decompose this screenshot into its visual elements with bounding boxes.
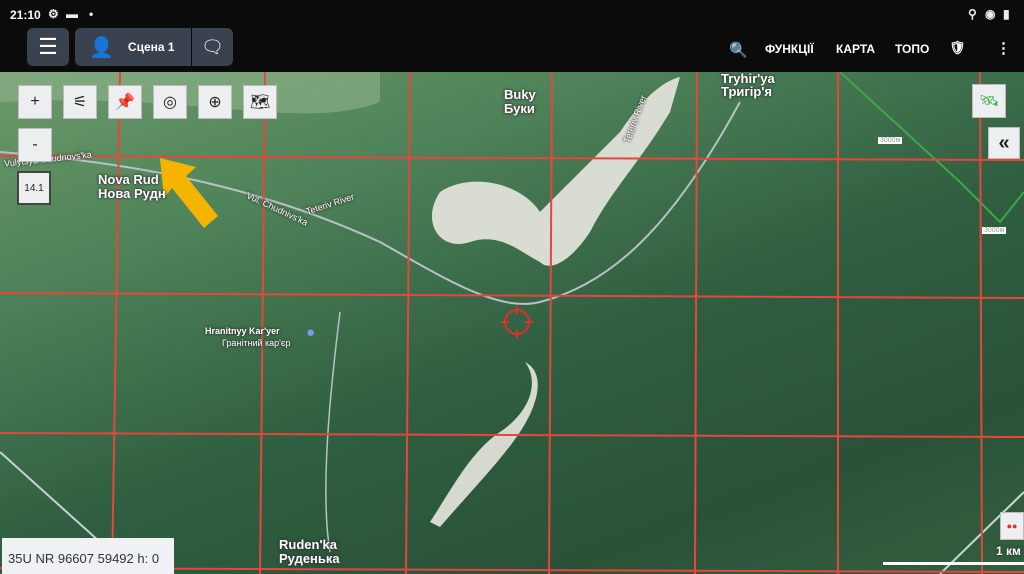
nav-functions[interactable]: ФУНКЦІЇ: [765, 42, 814, 56]
battery-icon: ▮: [1003, 7, 1010, 21]
nav-topo[interactable]: ТОПО: [895, 42, 929, 56]
scale-label: 1 км: [996, 544, 1021, 558]
scene-button[interactable]: 👤 Сцена 1: [75, 28, 191, 66]
status-bar: 21:10 ⚙ ▬ • ⚲ ◉ ▮: [0, 0, 1024, 28]
user-icon: 👤: [89, 36, 114, 59]
river-lower: [430, 362, 538, 527]
village-label-cyr: Буки: [504, 101, 535, 116]
satellite-icon: 🛰: [978, 93, 1000, 110]
dot-icon: •: [89, 7, 94, 21]
measure-button[interactable]: ⚟: [63, 85, 97, 119]
town-label-cyr: Нова Рудн: [98, 186, 166, 201]
scene-label: Сцена 1: [127, 40, 175, 54]
my-location-button[interactable]: ◎: [153, 85, 187, 119]
dots-icon: ●●: [1006, 521, 1018, 531]
marker-toggle-button[interactable]: ●●: [1000, 512, 1024, 540]
map-layer: [0, 72, 1024, 574]
eye-icon: ◉: [985, 7, 996, 21]
village-label-cyr: Тригір'я: [721, 84, 773, 99]
compass-button[interactable]: ⊕: [198, 85, 232, 119]
map-view[interactable]: Vulytsya Chudnovs'ka Nova Rud Нова Рудн …: [0, 72, 1024, 574]
search-icon[interactable]: 🔍: [729, 41, 748, 59]
more-icon[interactable]: ⋮: [996, 39, 1011, 57]
road: [325, 311, 341, 553]
scale-bar: [883, 562, 1024, 565]
compass-icon: ⊕: [208, 94, 222, 111]
town-label-lat: Nova Rud: [98, 172, 159, 187]
altitude-label: 3000м: [982, 227, 1007, 234]
satellite-button[interactable]: 🛰: [972, 84, 1006, 118]
village-label-lat: Buky: [504, 87, 536, 102]
location-icon: ⚲: [968, 7, 977, 21]
village-label-cyr: Руденька: [279, 551, 340, 566]
zoom-in-button[interactable]: +: [18, 85, 52, 119]
chat-icon: 🗨: [201, 36, 224, 57]
map-pin-icon: 🗺: [249, 94, 271, 111]
pin-button[interactable]: 📌: [108, 85, 142, 119]
map-layers-button[interactable]: 🗺: [243, 85, 277, 119]
compass-drafting-icon: ⚟: [72, 94, 88, 111]
village-area: [0, 72, 380, 114]
hamburger-icon: ☰: [38, 34, 58, 59]
image-icon: ▬: [66, 7, 78, 21]
altitude-label: 3000м: [878, 137, 903, 144]
chat-button[interactable]: 🗨: [192, 28, 233, 66]
crosshair-icon: [501, 306, 533, 338]
pushpin-icon: 📌: [115, 94, 135, 111]
poi-label-cyr: Гранітний кар'єр: [222, 338, 291, 348]
village-label-lat: Ruden'ka: [279, 537, 337, 552]
zoom-level-indicator[interactable]: 14.1: [17, 171, 51, 205]
target-icon: ◎: [163, 94, 177, 111]
road: [0, 451, 101, 543]
nav-map[interactable]: КАРТА: [836, 42, 875, 56]
grid-lines: [0, 72, 1024, 574]
clock: 21:10: [10, 8, 41, 22]
gear-icon: ⚙: [48, 7, 59, 21]
artillery-icon[interactable]: 🛡: [949, 40, 966, 56]
menu-button[interactable]: ☰: [27, 28, 69, 66]
poi-pin-icon[interactable]: ●: [306, 324, 315, 341]
zoom-out-button[interactable]: -: [18, 128, 52, 162]
coordinate-readout: 35U NR 96607 59492 h: 0: [2, 538, 174, 574]
collapse-panel-button[interactable]: «: [988, 127, 1020, 159]
arrow-annotation: [160, 158, 218, 228]
